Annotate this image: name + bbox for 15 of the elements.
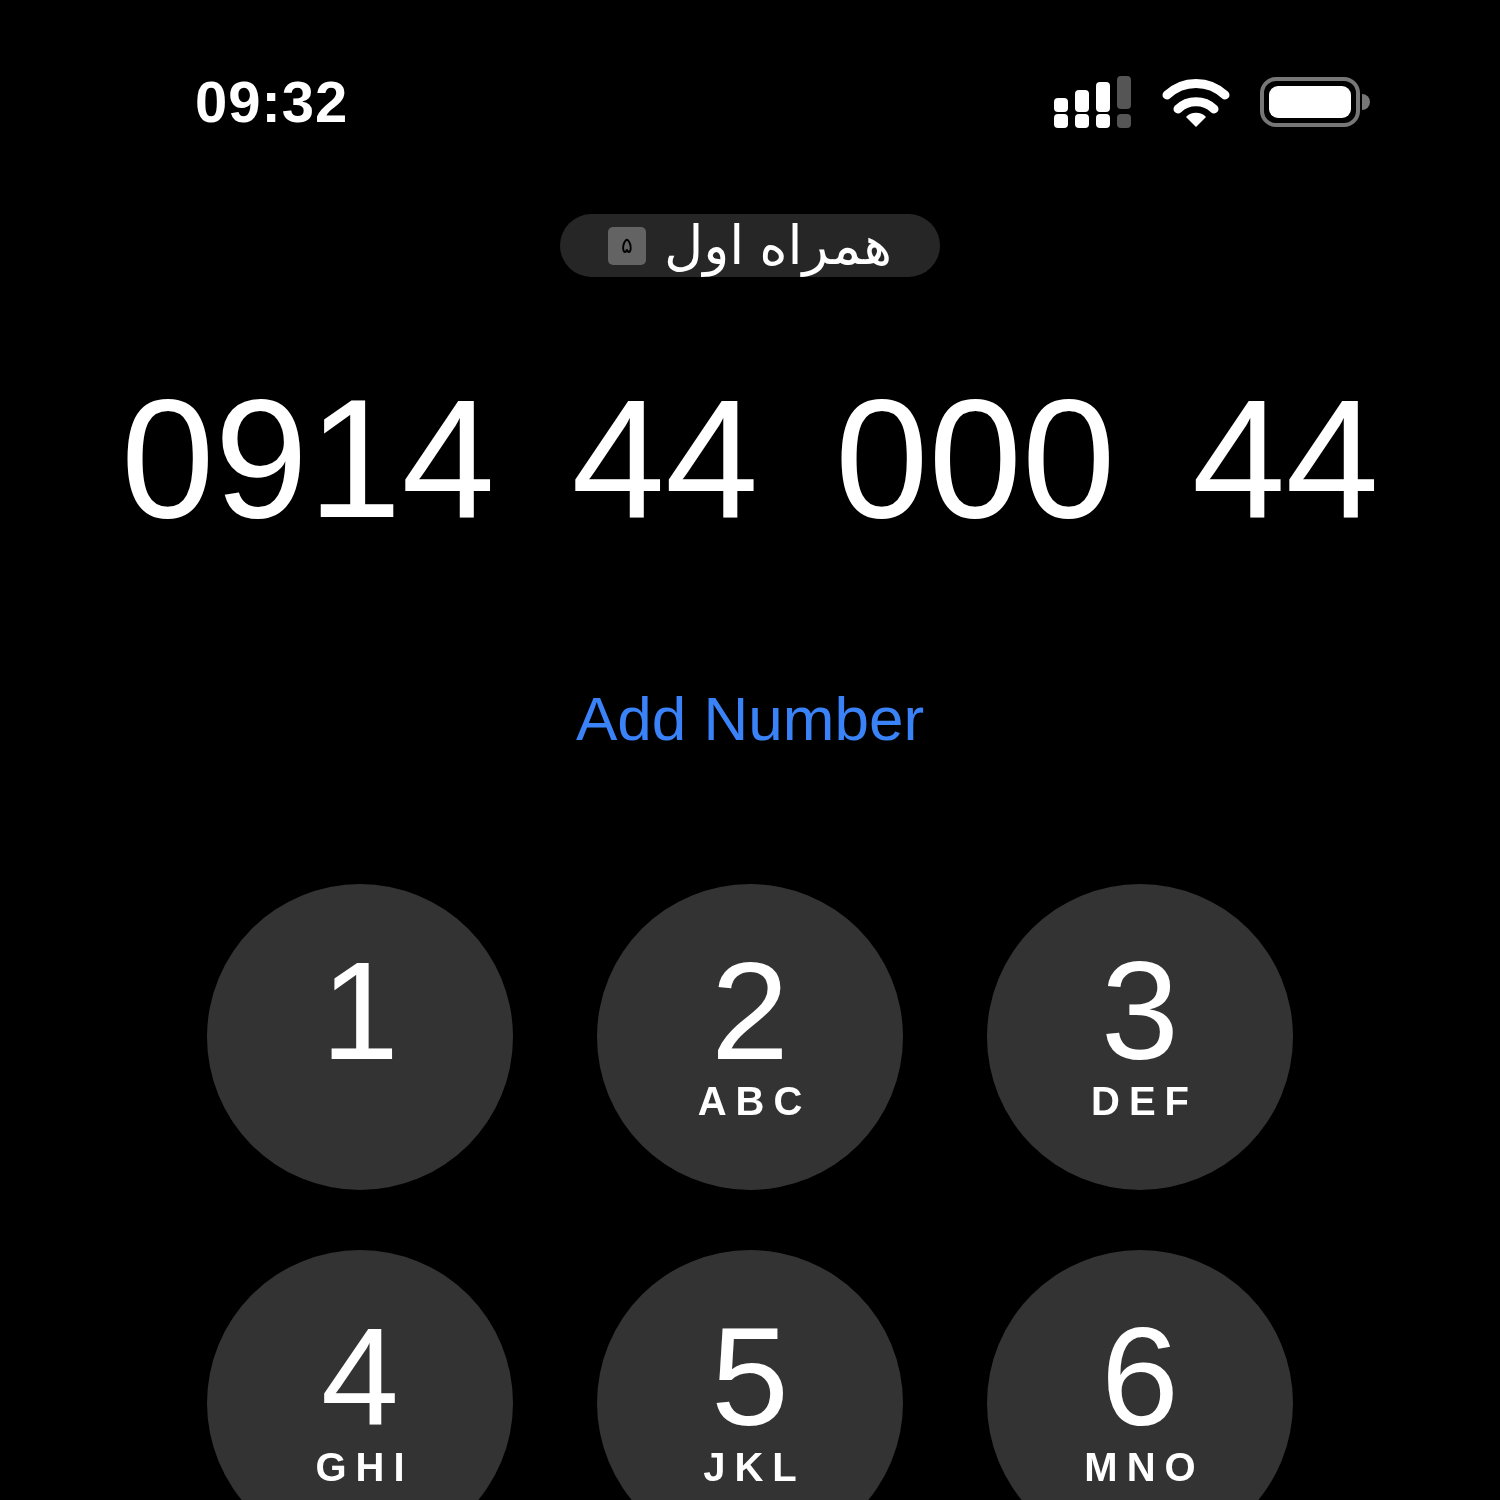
dial-key[interactable]: 5 JKL: [597, 1250, 903, 1500]
sim-badge: ۵: [607, 226, 646, 265]
dial-key[interactable]: 1: [207, 884, 513, 1190]
signal-icon: [1054, 75, 1132, 128]
dial-key[interactable]: 6 MNO: [987, 1250, 1293, 1500]
carrier-name: همراه اول: [663, 214, 893, 277]
wifi-icon: [1162, 76, 1230, 127]
dial-key[interactable]: 2 ABC: [597, 884, 903, 1190]
dialed-number: 0914 44 000 44: [121, 375, 1379, 543]
add-number-link[interactable]: Add Number: [575, 683, 925, 754]
dial-key[interactable]: 4 GHI: [207, 1250, 513, 1500]
dial-key[interactable]: 3 DEF: [987, 884, 1293, 1190]
battery-icon: [1260, 76, 1370, 127]
time: 09:32: [195, 68, 349, 135]
carrier-selector[interactable]: ۵ همراه اول: [559, 214, 941, 277]
